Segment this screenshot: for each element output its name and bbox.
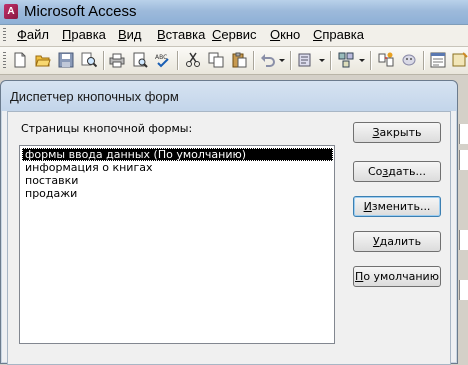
close-button-label: акрыть — [379, 126, 422, 139]
toolbar-separator — [290, 51, 292, 70]
background-tab — [459, 124, 468, 144]
toolbar-separator — [103, 51, 105, 70]
switchboard-pages-list[interactable]: формы ввода данных (По умолчанию) информ… — [19, 145, 335, 344]
cut-icon[interactable] — [185, 52, 201, 68]
menu-bar: Файл Правка Вид Вставка Сервис Окно Спра… — [0, 25, 468, 47]
menu-help-rest: правка — [322, 27, 364, 42]
menu-edit-rest: равка — [71, 27, 106, 42]
background-tab — [459, 230, 468, 250]
menu-window-rest: кно — [280, 27, 301, 42]
menu-insert[interactable]: Вставка — [154, 27, 208, 44]
menu-file-rest: айл — [26, 27, 49, 42]
background-window-edge — [457, 80, 468, 362]
open-icon[interactable] — [35, 52, 51, 68]
create-button-pre: Со — [367, 165, 383, 178]
copy-icon[interactable] — [208, 52, 224, 68]
background-tab — [459, 150, 468, 170]
list-item[interactable]: поставки — [22, 174, 333, 187]
analyze-dropdown-icon[interactable] — [359, 59, 365, 62]
background-tab — [459, 280, 468, 300]
office-assistant-icon[interactable] — [401, 52, 417, 68]
office-links-dropdown-icon[interactable] — [319, 59, 325, 62]
create-button-label: дать... — [388, 165, 426, 178]
save-icon[interactable] — [58, 52, 74, 68]
menu-help[interactable]: Справка — [310, 27, 367, 44]
new-object-icon[interactable] — [452, 52, 468, 68]
toolbar-separator — [423, 51, 425, 70]
delete-button[interactable]: Удалить — [353, 231, 441, 252]
delete-button-accel: У — [372, 235, 380, 248]
new-icon[interactable] — [12, 52, 28, 68]
edit-button-label: зменить... — [371, 200, 431, 213]
svg-text:ABC: ABC — [155, 54, 167, 61]
toolbar-separator — [177, 51, 179, 70]
spelling-icon[interactable]: ABC — [155, 52, 171, 68]
menu-window[interactable]: Окно — [267, 27, 303, 44]
toolbar-grip[interactable] — [3, 52, 6, 69]
close-button[interactable]: Закрыть — [353, 122, 441, 143]
properties-icon[interactable] — [430, 52, 446, 68]
office-links-icon[interactable] — [298, 52, 314, 68]
toolbar: ABC — [0, 47, 468, 75]
menu-view-rest: ид — [126, 27, 142, 42]
menu-tools[interactable]: Сервис — [209, 27, 260, 44]
analyze-icon[interactable] — [338, 52, 354, 68]
paste-icon[interactable] — [231, 52, 247, 68]
list-item[interactable]: информация о книгах — [22, 161, 333, 174]
menubar-grip[interactable] — [3, 28, 6, 43]
edit-button-accel: И — [363, 200, 372, 213]
switchboard-pages-label: Страницы кнопочной формы: — [21, 122, 193, 135]
default-button[interactable]: По умолчанию — [353, 266, 441, 287]
delete-button-label: далить — [379, 235, 422, 248]
undo-icon[interactable] — [260, 52, 276, 68]
create-button[interactable]: Создать... — [353, 161, 441, 182]
toolbar-separator — [253, 51, 255, 70]
toolbar-separator — [370, 51, 372, 70]
edit-button[interactable]: Изменить... — [353, 196, 441, 217]
dialog-title: Диспетчер кнопочных форм — [10, 89, 179, 104]
default-button-label: о умолчанию — [363, 270, 439, 283]
undo-dropdown-icon[interactable] — [279, 59, 285, 62]
access-app-icon: A — [4, 4, 18, 19]
dialog-caption: Диспетчер кнопочных форм — [1, 81, 457, 111]
relationships-icon[interactable] — [378, 52, 394, 68]
menu-view[interactable]: Вид — [115, 27, 145, 44]
toolbar-separator — [330, 51, 332, 70]
window-title: Microsoft Access — [24, 3, 137, 20]
close-button-accel: З — [372, 126, 380, 139]
menu-insert-rest: ставка — [165, 27, 206, 42]
list-item[interactable]: формы ввода данных (По умолчанию) — [22, 148, 333, 161]
print-preview-icon[interactable] — [132, 52, 148, 68]
print-icon[interactable] — [109, 52, 125, 68]
menu-file[interactable]: Файл — [14, 27, 52, 44]
title-bar: A Microsoft Access — [0, 0, 468, 25]
list-item[interactable]: продажи — [22, 187, 333, 200]
menu-tools-rest: ервис — [221, 27, 257, 42]
menu-edit[interactable]: Правка — [59, 27, 109, 44]
search-icon[interactable] — [81, 52, 97, 68]
